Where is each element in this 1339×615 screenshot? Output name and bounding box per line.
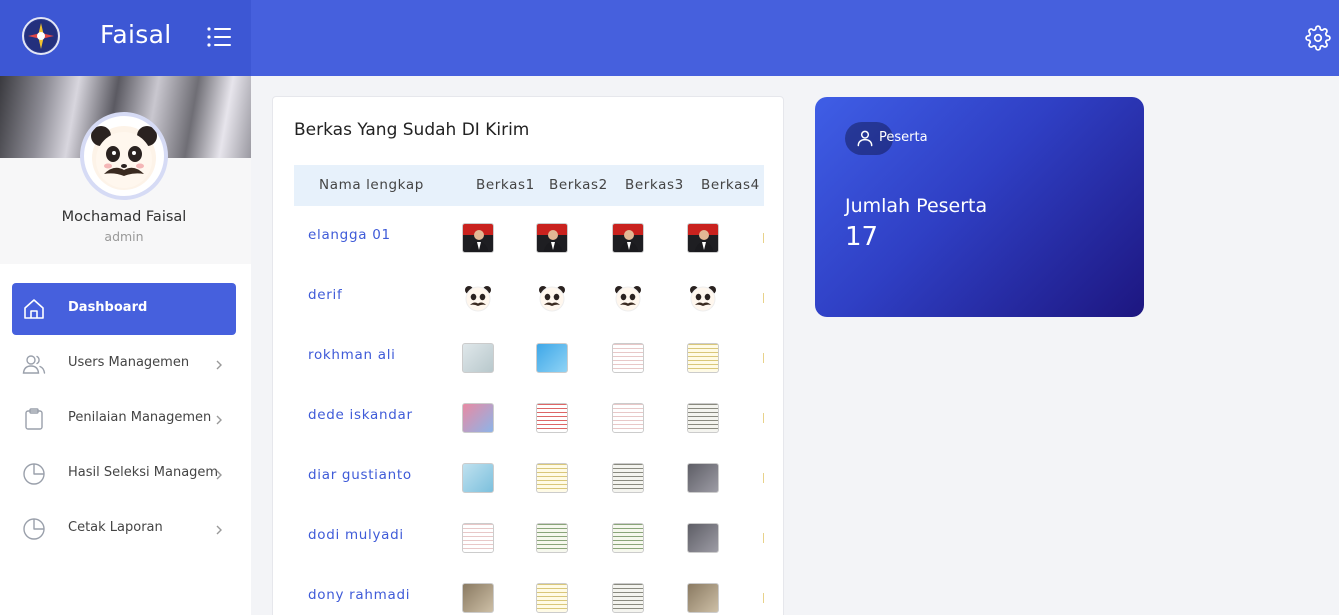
berkas-thumbnail[interactable] bbox=[462, 283, 494, 313]
berkas5-thumbnail-partial[interactable] bbox=[763, 233, 764, 243]
berkas-thumbnail[interactable] bbox=[536, 343, 568, 373]
berkas-thumbnail[interactable] bbox=[687, 283, 719, 313]
participant-name-link[interactable]: diar gustianto bbox=[308, 467, 412, 483]
column-header-berkas1[interactable]: Berkas1 bbox=[476, 177, 535, 193]
sidebar-item-label: Users Managemen bbox=[68, 355, 190, 370]
sidebar-item-label: Cetak Laporan bbox=[68, 520, 163, 535]
berkas-thumbnail[interactable] bbox=[536, 583, 568, 613]
berkas-thumbnail[interactable] bbox=[536, 523, 568, 553]
participant-name-link[interactable]: rokhman ali bbox=[308, 347, 396, 363]
berkas-thumbnail[interactable] bbox=[536, 283, 568, 313]
clipboard-icon bbox=[22, 407, 46, 431]
berkas5-thumbnail-partial[interactable] bbox=[763, 593, 764, 603]
sidebar-item-dashboard[interactable]: Dashboard bbox=[12, 283, 236, 335]
participant-name-link[interactable]: dony rahmadi bbox=[308, 587, 410, 603]
berkas-thumbnail[interactable] bbox=[687, 523, 719, 553]
table-row: elangga 01 bbox=[294, 206, 764, 266]
berkas5-thumbnail-partial[interactable] bbox=[763, 473, 764, 483]
brand-area: Faisal bbox=[0, 0, 251, 76]
table-row: derif bbox=[294, 266, 764, 326]
berkas5-thumbnail-partial[interactable] bbox=[763, 413, 764, 423]
chevron-right-icon bbox=[214, 357, 224, 371]
profile-name: Mochamad Faisal bbox=[61, 209, 187, 225]
berkas-thumbnail[interactable] bbox=[462, 463, 494, 493]
berkas-thumbnail[interactable] bbox=[462, 343, 494, 373]
sidebar-item-penilaian-managemen[interactable]: Penilaian Managemen bbox=[12, 393, 236, 445]
brand-name: Faisal bbox=[100, 20, 172, 49]
berkas-thumbnail[interactable] bbox=[612, 583, 644, 613]
sidebar-item-users-managemen[interactable]: Users Managemen bbox=[12, 338, 236, 390]
badge-label: Peserta bbox=[879, 130, 928, 145]
table-row: dony rahmadi bbox=[294, 566, 764, 615]
berkas-thumbnail[interactable] bbox=[536, 403, 568, 433]
berkas-thumbnail[interactable] bbox=[612, 523, 644, 553]
berkas5-thumbnail-partial[interactable] bbox=[763, 293, 764, 303]
pie-chart-icon bbox=[22, 517, 46, 541]
berkas-thumbnail[interactable] bbox=[612, 403, 644, 433]
logo[interactable] bbox=[22, 17, 60, 55]
berkas-table[interactable]: Nama lengkap Berkas1 Berkas2 Berkas3 Ber… bbox=[294, 165, 764, 615]
berkas-thumbnail[interactable] bbox=[687, 583, 719, 613]
participant-name-link[interactable]: derif bbox=[308, 287, 342, 303]
berkas-card: Berkas Yang Sudah DI Kirim Nama lengkap … bbox=[272, 96, 784, 615]
berkas-thumbnail[interactable] bbox=[687, 223, 719, 253]
table-row: dodi mulyadi bbox=[294, 506, 764, 566]
gear-icon[interactable] bbox=[1305, 25, 1331, 51]
pie-chart-icon bbox=[22, 462, 46, 486]
berkas5-thumbnail-partial[interactable] bbox=[763, 353, 764, 363]
sidebar-item-label: Hasil Seleksi Manageme bbox=[68, 465, 218, 480]
table-header: Nama lengkap Berkas1 Berkas2 Berkas3 Ber… bbox=[294, 165, 764, 206]
column-header-nama[interactable]: Nama lengkap bbox=[319, 177, 424, 193]
participant-name-link[interactable]: dede iskandar bbox=[308, 407, 413, 423]
avatar[interactable] bbox=[80, 112, 168, 200]
profile-role: admin bbox=[104, 229, 144, 244]
berkas-thumbnail[interactable] bbox=[612, 283, 644, 313]
menu-list-icon[interactable] bbox=[206, 26, 232, 48]
users-icon bbox=[22, 352, 46, 376]
card-title: Berkas Yang Sudah DI Kirim bbox=[294, 120, 530, 140]
stat-value: 17 bbox=[845, 222, 879, 252]
table-row: diar gustianto bbox=[294, 446, 764, 506]
berkas-thumbnail[interactable] bbox=[687, 403, 719, 433]
berkas5-thumbnail-partial[interactable] bbox=[763, 533, 764, 543]
column-header-berkas4[interactable]: Berkas4 bbox=[701, 177, 760, 193]
user-icon bbox=[855, 128, 875, 148]
participant-name-link[interactable]: elangga 01 bbox=[308, 227, 391, 243]
chevron-right-icon bbox=[214, 522, 224, 536]
berkas-thumbnail[interactable] bbox=[462, 403, 494, 433]
sidebar: Mochamad Faisal admin Dashboard Users Ma… bbox=[0, 76, 251, 615]
table-row: rokhman ali bbox=[294, 326, 764, 386]
home-icon bbox=[22, 297, 46, 321]
berkas-thumbnail[interactable] bbox=[462, 523, 494, 553]
sidebar-item-cetak-laporan[interactable]: Cetak Laporan bbox=[12, 503, 236, 555]
chevron-right-icon bbox=[214, 467, 224, 481]
berkas-thumbnail[interactable] bbox=[462, 583, 494, 613]
berkas-thumbnail[interactable] bbox=[687, 343, 719, 373]
column-header-berkas2[interactable]: Berkas2 bbox=[549, 177, 608, 193]
chevron-right-icon bbox=[214, 412, 224, 426]
table-row: dede iskandar bbox=[294, 386, 764, 446]
berkas-thumbnail[interactable] bbox=[462, 223, 494, 253]
peserta-badge: Peserta bbox=[845, 122, 928, 155]
sidebar-item-label: Penilaian Managemen bbox=[68, 410, 212, 425]
berkas-thumbnail[interactable] bbox=[612, 223, 644, 253]
participant-name-link[interactable]: dodi mulyadi bbox=[308, 527, 404, 543]
berkas-thumbnail[interactable] bbox=[612, 463, 644, 493]
top-navbar: Faisal bbox=[0, 0, 1339, 76]
stat-label: Jumlah Peserta bbox=[845, 195, 988, 217]
sidebar-item-hasil-seleksi[interactable]: Hasil Seleksi Manageme bbox=[12, 448, 236, 500]
berkas-thumbnail[interactable] bbox=[536, 223, 568, 253]
column-header-berkas3[interactable]: Berkas3 bbox=[625, 177, 684, 193]
jumlah-peserta-card: Peserta Jumlah Peserta 17 bbox=[815, 97, 1144, 317]
berkas-thumbnail[interactable] bbox=[536, 463, 568, 493]
berkas-thumbnail[interactable] bbox=[612, 343, 644, 373]
sidebar-item-label: Dashboard bbox=[68, 300, 148, 315]
berkas-thumbnail[interactable] bbox=[687, 463, 719, 493]
